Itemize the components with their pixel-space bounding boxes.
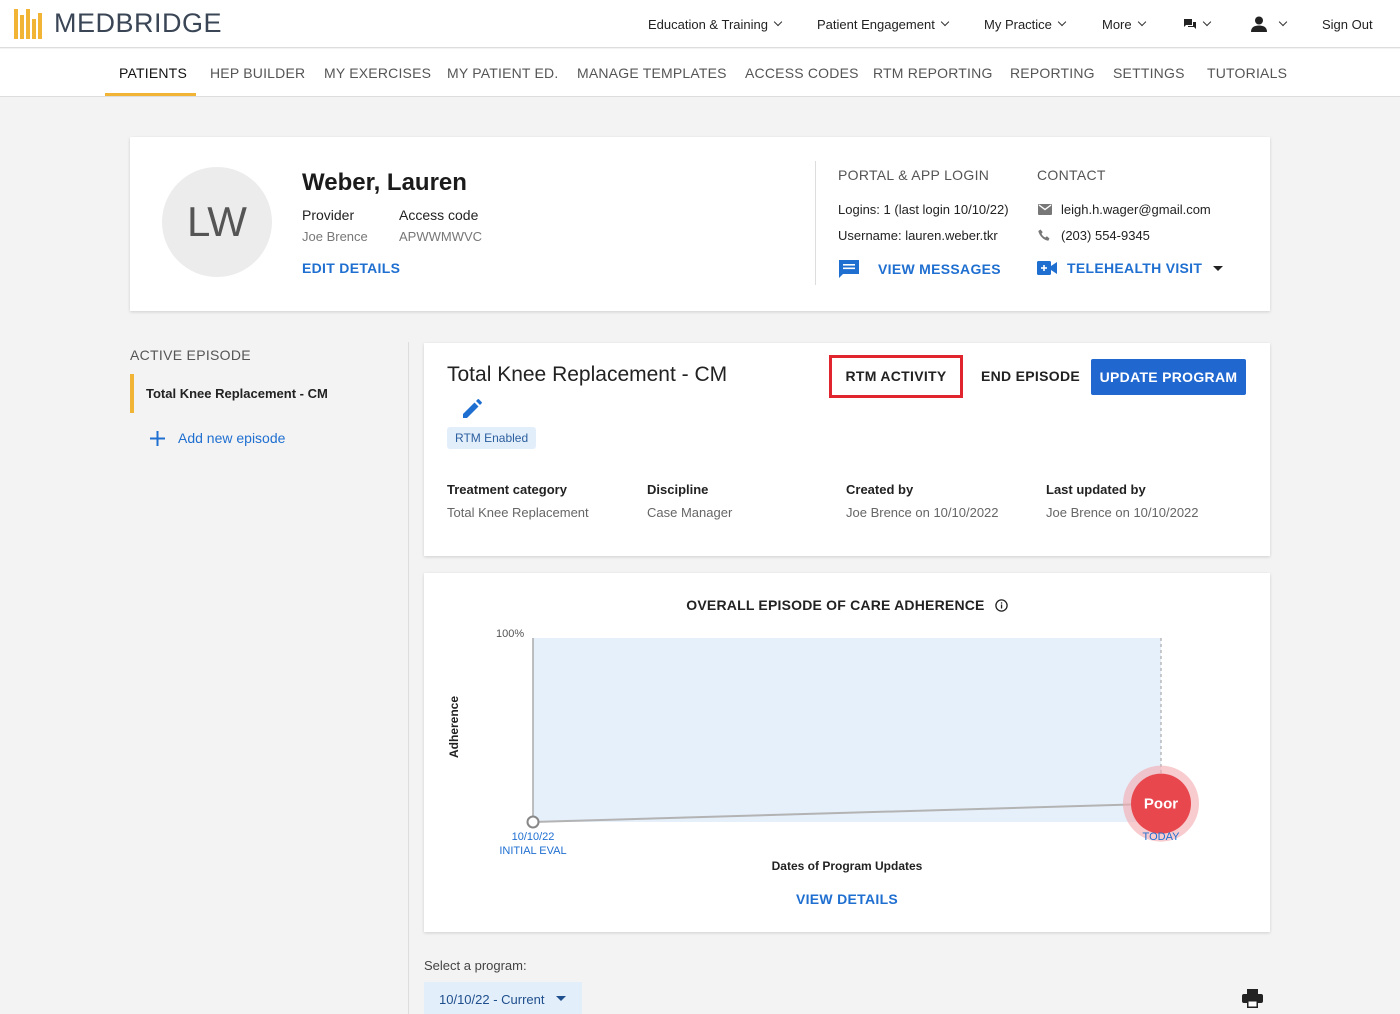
meta-label-updated: Last updated by <box>1046 482 1146 497</box>
status-label: Poor <box>1144 796 1178 813</box>
messages-menu[interactable] <box>1183 0 1212 48</box>
medbridge-logo[interactable]: MEDBRIDGE <box>14 8 222 39</box>
rtm-activity-button[interactable]: RTM ACTIVITY <box>829 355 963 398</box>
card-divider <box>815 161 816 285</box>
episode-title: Total Knee Replacement - CM <box>447 363 728 386</box>
telehealth-visit-button[interactable]: TELEHEALTH VISIT <box>1037 260 1224 276</box>
tab-hep-builder[interactable]: HEP BUILDER <box>210 49 305 97</box>
meta-label-discipline: Discipline <box>647 482 709 497</box>
y-max-label: 100% <box>496 628 525 640</box>
tab-tutorials[interactable]: TUTORIALS <box>1207 49 1287 97</box>
brand-name: MEDBRIDGE <box>54 8 223 38</box>
add-new-episode-label: Add new episode <box>178 430 286 446</box>
rtm-enabled-badge: RTM Enabled <box>447 427 537 449</box>
episode-card: Total Knee Replacement - CM RTM Enabled … <box>424 343 1270 556</box>
patient-card: LW Weber, Lauren Provider Joe Brence Acc… <box>130 137 1270 311</box>
top-bar: MEDBRIDGE Education & Training Patient E… <box>0 0 1400 48</box>
chevron-down-icon <box>1278 17 1288 27</box>
meta-value-updated: Joe Brence on 10/10/2022 <box>1046 505 1199 520</box>
sign-out-label: Sign Out <box>1322 16 1373 32</box>
view-messages-button[interactable]: VIEW MESSAGES <box>838 259 1001 279</box>
nav-education-label: Education & Training <box>648 16 768 32</box>
edit-details-link[interactable]: EDIT DETAILS <box>302 260 400 276</box>
view-messages-label: VIEW MESSAGES <box>878 261 1001 277</box>
phone-text[interactable]: (203) 554-9345 <box>1061 228 1150 243</box>
select-program-label: Select a program: <box>424 958 527 973</box>
account-menu[interactable] <box>1250 0 1288 48</box>
chevron-down-icon <box>1137 17 1146 27</box>
tab-reporting[interactable]: REPORTING <box>1010 49 1095 97</box>
nav-patient-engagement[interactable]: Patient Engagement <box>817 0 950 48</box>
provider-value: Joe Brence <box>302 229 368 244</box>
caret-down-icon <box>556 996 566 1001</box>
nav-more[interactable]: More <box>1102 0 1146 48</box>
add-new-episode-button[interactable]: Add new episode <box>150 430 285 446</box>
x-start-label: INITIAL EVAL <box>499 845 567 857</box>
sidebar-item-label: Total Knee Replacement - CM <box>146 386 328 401</box>
telehealth-visit-label: TELEHEALTH VISIT <box>1067 260 1203 276</box>
meta-value-treatment: Total Knee Replacement <box>447 505 589 520</box>
tab-my-patient-ed[interactable]: MY PATIENT ED. <box>447 49 558 97</box>
contact-header: CONTACT <box>1037 167 1106 183</box>
data-point-initial <box>526 815 540 829</box>
print-icon[interactable] <box>1242 989 1263 1008</box>
plot-area <box>533 638 1161 822</box>
tab-my-exercises[interactable]: MY EXERCISES <box>324 49 431 97</box>
sub-nav: PATIENTS HEP BUILDER MY EXERCISES MY PAT… <box>0 49 1400 97</box>
video-camera-icon <box>1037 261 1057 275</box>
meta-label-created: Created by <box>846 482 914 497</box>
tab-patients[interactable]: PATIENTS <box>119 49 187 97</box>
x-axis-label: Dates of Program Updates <box>771 859 923 873</box>
meta-label-treatment: Treatment category <box>447 482 567 497</box>
x-start-date: 10/10/22 <box>511 831 555 843</box>
chevron-down-icon <box>773 17 783 27</box>
nav-practice-label: My Practice <box>984 16 1052 32</box>
provider-label: Provider <box>302 207 355 223</box>
tab-rtm-reporting[interactable]: RTM REPORTING <box>873 49 993 97</box>
chevron-down-icon <box>1057 17 1067 27</box>
active-tab-indicator <box>105 93 196 96</box>
adherence-chart: Poor <box>526 638 1199 842</box>
nav-more-label: More <box>1102 16 1132 32</box>
nav-engagement-label: Patient Engagement <box>817 16 935 32</box>
email-text[interactable]: leigh.h.wager@gmail.com <box>1061 202 1211 217</box>
user-icon <box>1251 16 1267 32</box>
tab-access-codes[interactable]: ACCESS CODES <box>745 49 859 97</box>
caret-down-icon <box>1213 265 1224 271</box>
access-code-value: APWWMWVC <box>399 229 483 244</box>
program-select-value: 10/10/22 - Current <box>439 992 545 1007</box>
portal-header: PORTAL & APP LOGIN <box>838 167 990 183</box>
logo-mark-icon <box>14 8 44 39</box>
end-episode-button[interactable]: END EPISODE <box>981 368 1080 384</box>
message-icon <box>839 260 859 278</box>
active-episode-title: ACTIVE EPISODE <box>130 347 251 363</box>
nav-education[interactable]: Education & Training <box>648 0 783 48</box>
y-axis-label: Adherence <box>447 695 461 758</box>
x-end-label: TODAY <box>1142 831 1180 843</box>
chevron-down-icon <box>1202 17 1212 27</box>
sidebar-divider <box>408 342 409 1014</box>
username-text: Username: lauren.weber.tkr <box>838 228 998 243</box>
plus-icon <box>150 430 165 446</box>
chat-icon <box>1184 18 1196 29</box>
logins-text: Logins: 1 (last login 10/10/22) <box>838 202 1009 217</box>
program-select[interactable]: 10/10/22 - Current <box>424 982 582 1014</box>
view-details-link[interactable]: VIEW DETAILS <box>424 891 1270 907</box>
meta-value-created: Joe Brence on 10/10/2022 <box>846 505 999 520</box>
meta-value-discipline: Case Manager <box>647 505 733 520</box>
tab-manage-templates[interactable]: MANAGE TEMPLATES <box>577 49 727 97</box>
chevron-down-icon <box>940 17 950 27</box>
adherence-card: OVERALL EPISODE OF CARE ADHERENCE Poor 1… <box>424 573 1270 932</box>
tab-settings[interactable]: SETTINGS <box>1113 49 1185 97</box>
sign-out-link[interactable]: Sign Out <box>1322 0 1373 48</box>
access-code-label: Access code <box>399 207 479 223</box>
edit-pencil-icon[interactable] <box>463 399 482 418</box>
email-icon <box>1038 204 1052 215</box>
update-program-button[interactable]: UPDATE PROGRAM <box>1091 359 1246 395</box>
nav-my-practice[interactable]: My Practice <box>984 0 1067 48</box>
patient-name: Weber, Lauren <box>302 169 467 196</box>
phone-icon <box>1038 229 1050 241</box>
avatar: LW <box>162 167 272 277</box>
sidebar-item-episode[interactable]: Total Knee Replacement - CM <box>130 374 390 413</box>
